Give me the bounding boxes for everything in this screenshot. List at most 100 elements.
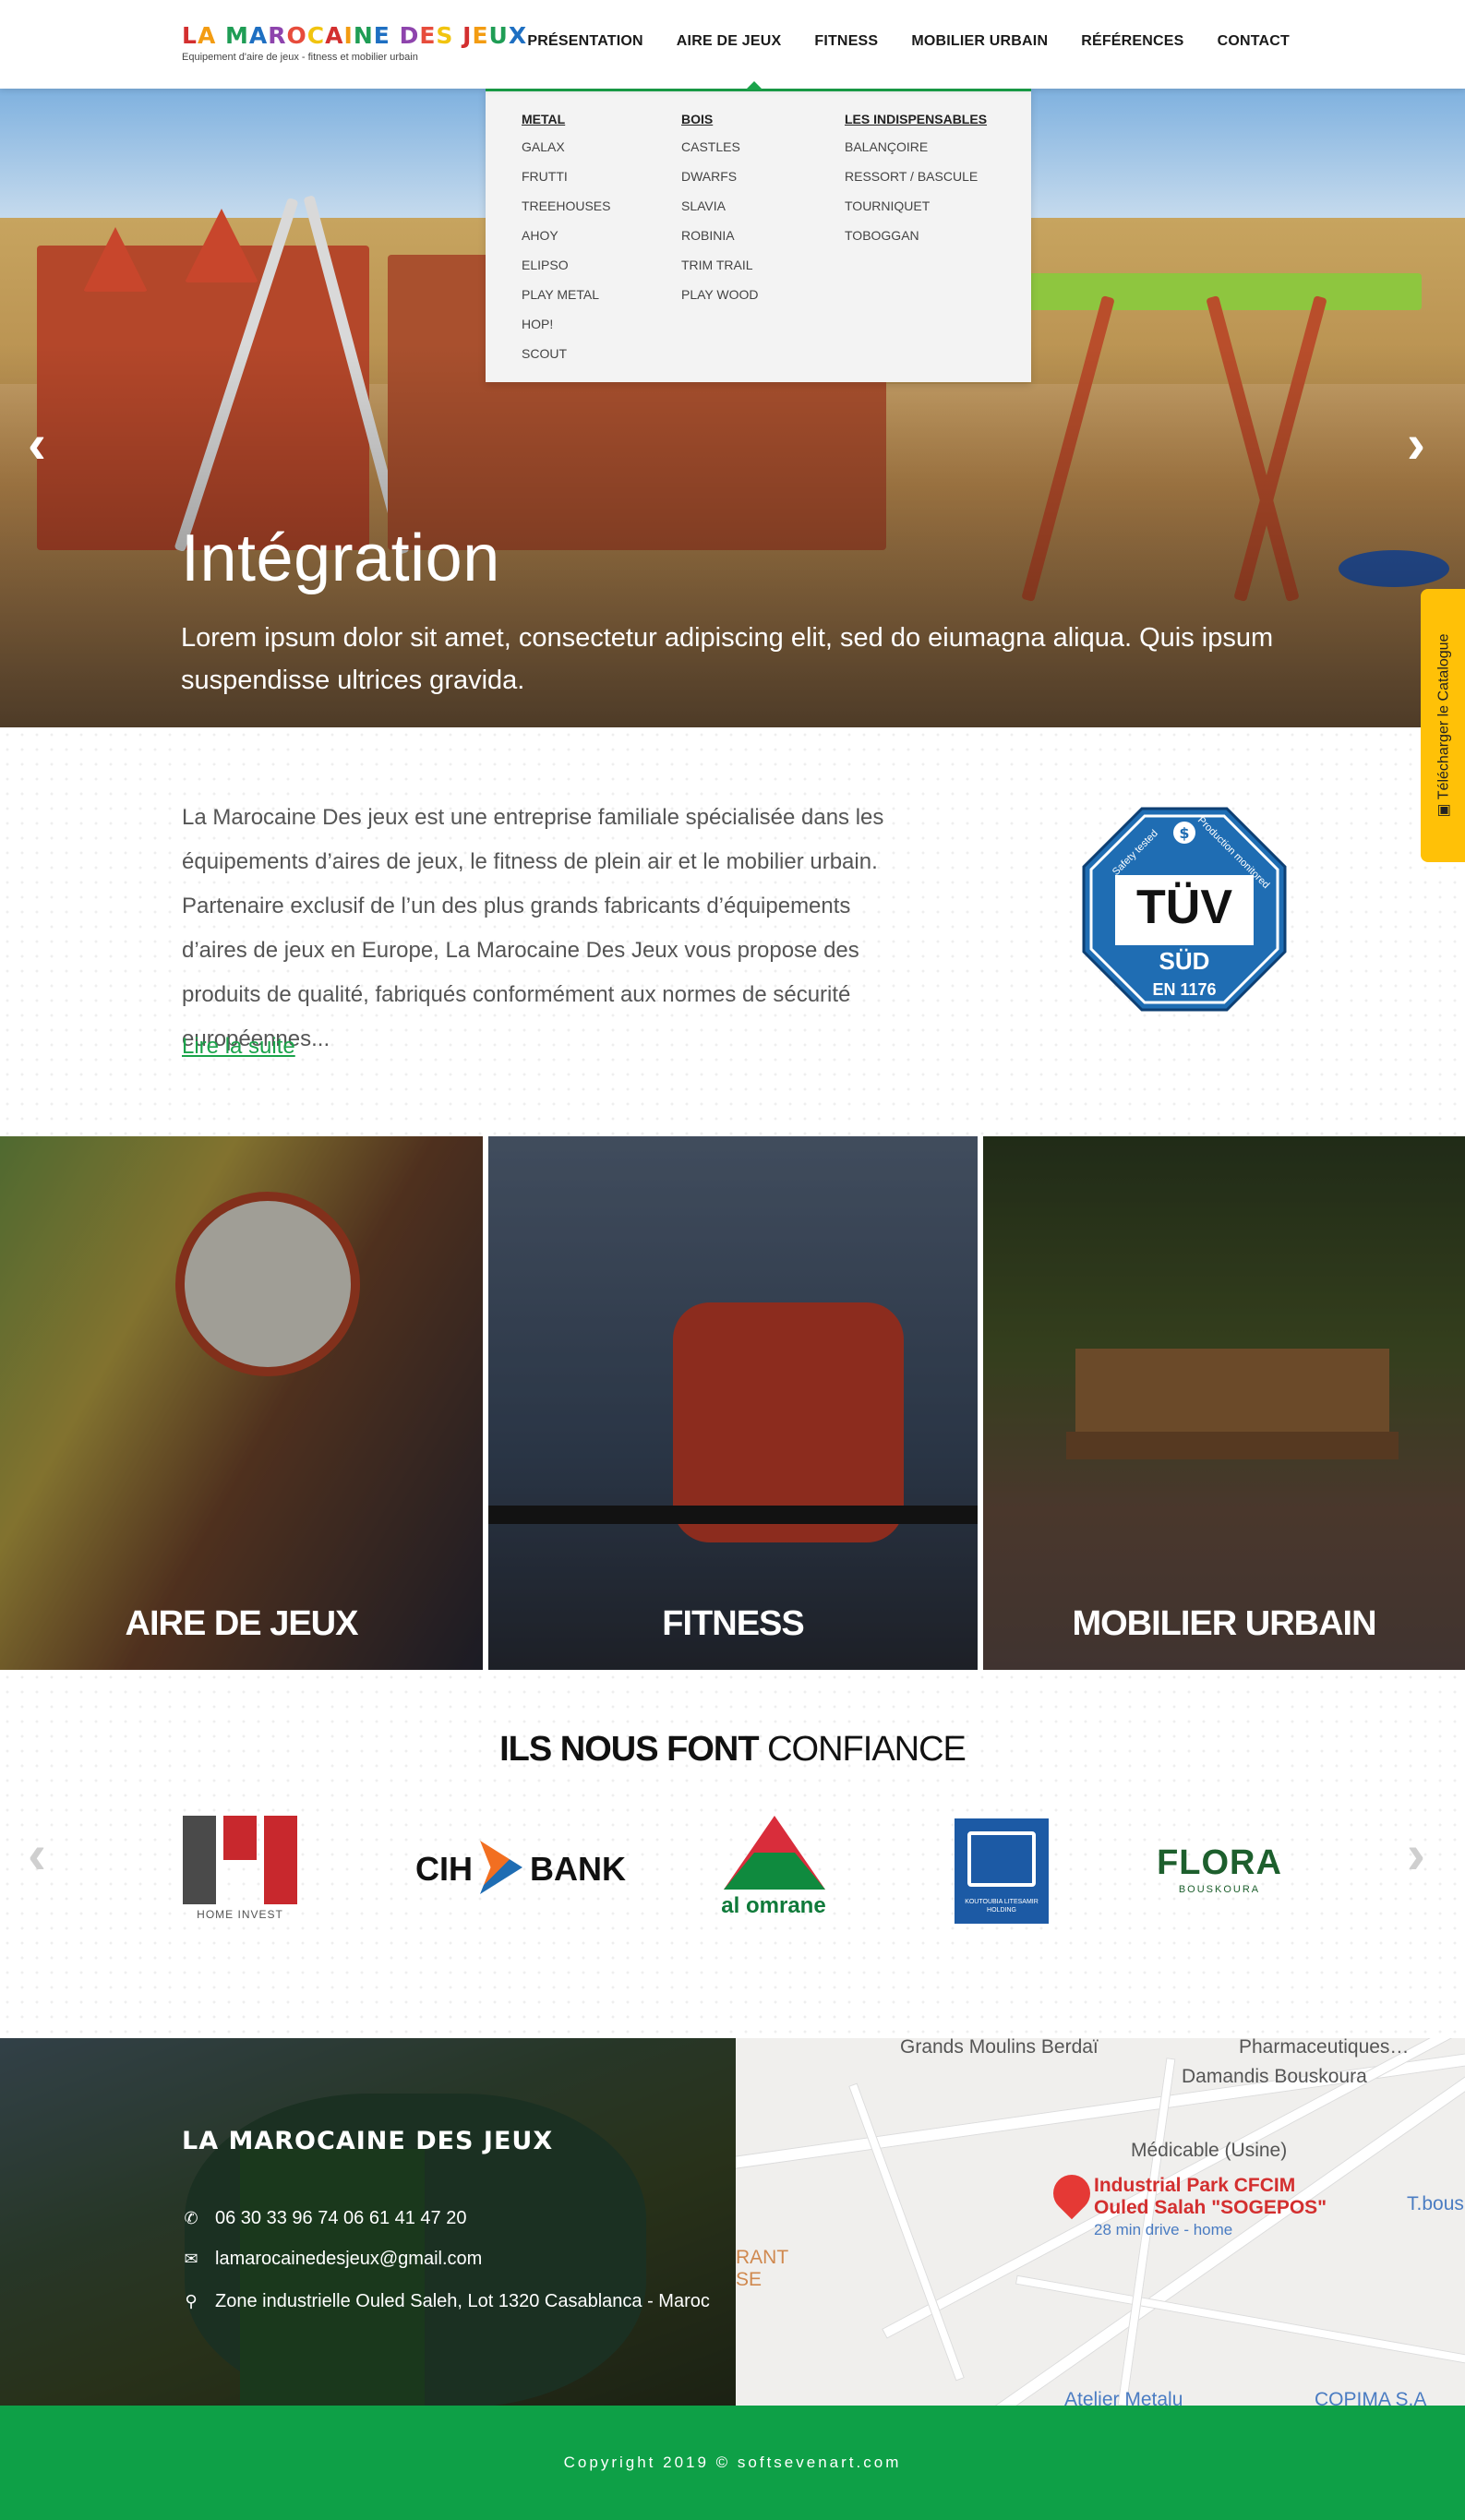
mega-menu: METAL GALAX FRUTTI TREEHOUSES AHOY ELIPS… (486, 89, 1031, 382)
tuv-brand: TÜV (1136, 881, 1232, 934)
envelope-icon: ✉ (184, 2250, 198, 2268)
mega-item[interactable]: RESSORT / BASCULE (845, 167, 987, 197)
map-label: T.bous (1407, 2193, 1464, 2214)
hero-text: Lorem ipsum dolor sit amet, consectetur … (181, 623, 1274, 695)
card-label: MOBILIER URBAIN (1072, 1604, 1376, 1643)
nav-aire-de-jeux[interactable]: AIRE DE JEUX (677, 33, 782, 50)
mega-item[interactable]: TRIM TRAIL (681, 256, 759, 285)
hero-title: Intégration (181, 522, 500, 595)
map-label: Pharmaceutiques… (1239, 2038, 1410, 2058)
read-more-link[interactable]: Lire la suite (182, 1034, 295, 1060)
mega-item[interactable]: HOP! (522, 315, 610, 344)
nav-references[interactable]: RÉFÉRENCES (1081, 33, 1183, 50)
hero-next-arrow[interactable]: › (1407, 416, 1425, 472)
logo-title: LA MAROCAINE DES JEUX (182, 22, 528, 49)
main-nav: PRÉSENTATION AIRE DE JEUX FITNESS MOBILI… (527, 33, 1290, 50)
google-map[interactable]: Grands Moulins Berdaï Pharmaceutiques… D… (736, 2038, 1465, 2406)
mega-item[interactable]: AHOY (522, 226, 610, 256)
card-overlay (488, 1136, 978, 1670)
card-fitness[interactable]: FITNESS (488, 1136, 978, 1670)
map-marker-icon: ⚲ (185, 2292, 198, 2310)
logo-home-invest[interactable]: HOME INVEST (183, 1816, 297, 1926)
mega-heading-metal[interactable]: METAL (522, 112, 610, 126)
mega-item[interactable]: GALAX (522, 138, 610, 167)
nav-contact[interactable]: CONTACT (1218, 33, 1290, 50)
map-label: COPIMA S.A (1315, 2389, 1427, 2406)
logo-bank-text: BANK (530, 1850, 626, 1888)
mega-col-bois: BOIS CASTLES DWARFS SLAVIA ROBINIA TRIM … (681, 112, 759, 315)
footer-phone: ✆ 06 30 33 96 74 06 61 41 47 20 (182, 2208, 466, 2229)
intro-section: La Marocaine Des jeux est une entreprise… (0, 727, 1465, 1136)
card-label: AIRE DE JEUX (125, 1604, 359, 1643)
mega-item[interactable]: ELIPSO (522, 256, 610, 285)
footer-email-text[interactable]: lamarocainedesjeux@gmail.com (215, 2249, 482, 2270)
mega-item[interactable]: CASTLES (681, 138, 759, 167)
catalog-download-tab[interactable]: ▣ Télécharger le Catalogue (1421, 589, 1465, 862)
map-pin-title: Industrial Park CFCIM (1094, 2175, 1296, 2196)
mega-item[interactable]: PLAY METAL (522, 285, 610, 315)
logo-subtitle: Equipement d'aire de jeux - fitness et m… (182, 52, 418, 63)
card-overlay (983, 1136, 1465, 1670)
footer-phone-text[interactable]: 06 30 33 96 74 06 61 41 47 20 (215, 2208, 466, 2229)
map-label: Damandis Bouskoura (1182, 2066, 1367, 2087)
intro-text: La Marocaine Des jeux est une entreprise… (182, 805, 884, 1051)
card-aire-de-jeux[interactable]: AIRE DE JEUX (0, 1136, 483, 1670)
tuv-sud-badge: $ TÜV SÜD EN 1176 Safety tested Producti… (1082, 807, 1287, 1012)
map-label: SE (736, 2269, 763, 2290)
logo-home-invest-text: HOME INVEST (197, 1908, 283, 1921)
clients-prev-arrow[interactable]: ‹ (28, 1827, 46, 1882)
mega-heading-bois[interactable]: BOIS (681, 112, 759, 126)
nav-mobilier-urbain[interactable]: MOBILIER URBAIN (911, 33, 1048, 50)
map-label: Grands Moulins Berdaï (900, 2038, 1099, 2058)
pdf-icon: ▣ (1435, 803, 1452, 818)
tuv-sub: SÜD (1159, 947, 1210, 975)
map-label: Atelier Metalu (1064, 2389, 1183, 2406)
mega-item[interactable]: BALANÇOIRE (845, 138, 987, 167)
mega-item[interactable]: TOBOGGAN (845, 226, 987, 256)
tuv-norm: EN 1176 (1152, 980, 1216, 999)
mega-item[interactable]: SLAVIA (681, 197, 759, 226)
hero-prev-arrow[interactable]: ‹ (28, 416, 46, 472)
mega-item[interactable]: FRUTTI (522, 167, 610, 197)
mega-item[interactable]: TREEHOUSES (522, 197, 610, 226)
category-cards: AIRE DE JEUX FITNESS MOBILIER URBAIN (0, 1136, 1465, 1670)
site-header: LA MAROCAINE DES JEUX Equipement d'aire … (0, 0, 1465, 89)
footer-address: ⚲ Zone industrielle Ouled Saleh, Lot 132… (182, 2291, 709, 2312)
map-pin-icon[interactable] (1045, 2166, 1099, 2220)
mega-item[interactable]: ROBINIA (681, 226, 759, 256)
site-logo[interactable]: LA MAROCAINE DES JEUX Equipement d'aire … (182, 22, 527, 63)
clients-title: ILS NOUS FONT CONFIANCE (0, 1730, 1465, 1770)
clients-title-rest: CONFIANCE (767, 1730, 967, 1769)
catalog-label: Télécharger le Catalogue (1435, 633, 1452, 800)
footer-contact: LA MAROCAINE DES JEUX ✆ 06 30 33 96 74 0… (0, 2038, 736, 2406)
card-label: FITNESS (662, 1604, 804, 1643)
card-overlay (0, 1136, 483, 1670)
logo-cih-bank[interactable]: CIH BANK (415, 1841, 637, 1896)
mega-item[interactable]: PLAY WOOD (681, 285, 759, 315)
mega-heading-indispensables[interactable]: LES INDISPENSABLES (845, 112, 987, 126)
nav-fitness[interactable]: FITNESS (814, 33, 878, 50)
mega-item[interactable]: SCOUT (522, 344, 610, 374)
logo-cih-text: CIH (415, 1850, 473, 1888)
mega-item[interactable]: DWARFS (681, 167, 759, 197)
copyright-bar: Copyright 2019 © softsevenart.com (0, 2406, 1465, 2520)
map-label: RANT (736, 2247, 789, 2268)
footer-email: ✉ lamarocainedesjeux@gmail.com (182, 2249, 482, 2270)
logo-koutoubia-text: KOUTOUBIA LITESAMIR HOLDING (965, 1899, 1039, 1914)
nav-presentation[interactable]: PRÉSENTATION (527, 33, 642, 50)
phone-icon: ✆ (184, 2209, 198, 2227)
mega-item[interactable]: TOURNIQUET (845, 197, 987, 226)
card-mobilier-urbain[interactable]: MOBILIER URBAIN (983, 1136, 1465, 1670)
logo-koutoubia[interactable]: KOUTOUBIA LITESAMIR HOLDING (955, 1818, 1049, 1924)
logo-al-omrane[interactable]: al omrane (718, 1816, 829, 1926)
map-pin-subtitle: 28 min drive - home (1094, 2221, 1233, 2238)
logo-al-omrane-text: al omrane (721, 1893, 826, 1918)
cih-arrow-icon (480, 1841, 522, 1894)
mega-col-metal: METAL GALAX FRUTTI TREEHOUSES AHOY ELIPS… (522, 112, 610, 374)
logo-flora-sub: BOUSKOURA (1178, 1884, 1261, 1895)
mega-col-indispensables: LES INDISPENSABLES BALANÇOIRE RESSORT / … (845, 112, 987, 256)
footer-title: LA MAROCAINE DES JEUX (182, 2127, 554, 2155)
clients-next-arrow[interactable]: › (1407, 1827, 1425, 1882)
logo-flora[interactable]: FLORA BOUSKOURA (1154, 1843, 1285, 1899)
clients-section: ILS NOUS FONT CONFIANCE ‹ › HOME INVEST … (0, 1670, 1465, 2038)
